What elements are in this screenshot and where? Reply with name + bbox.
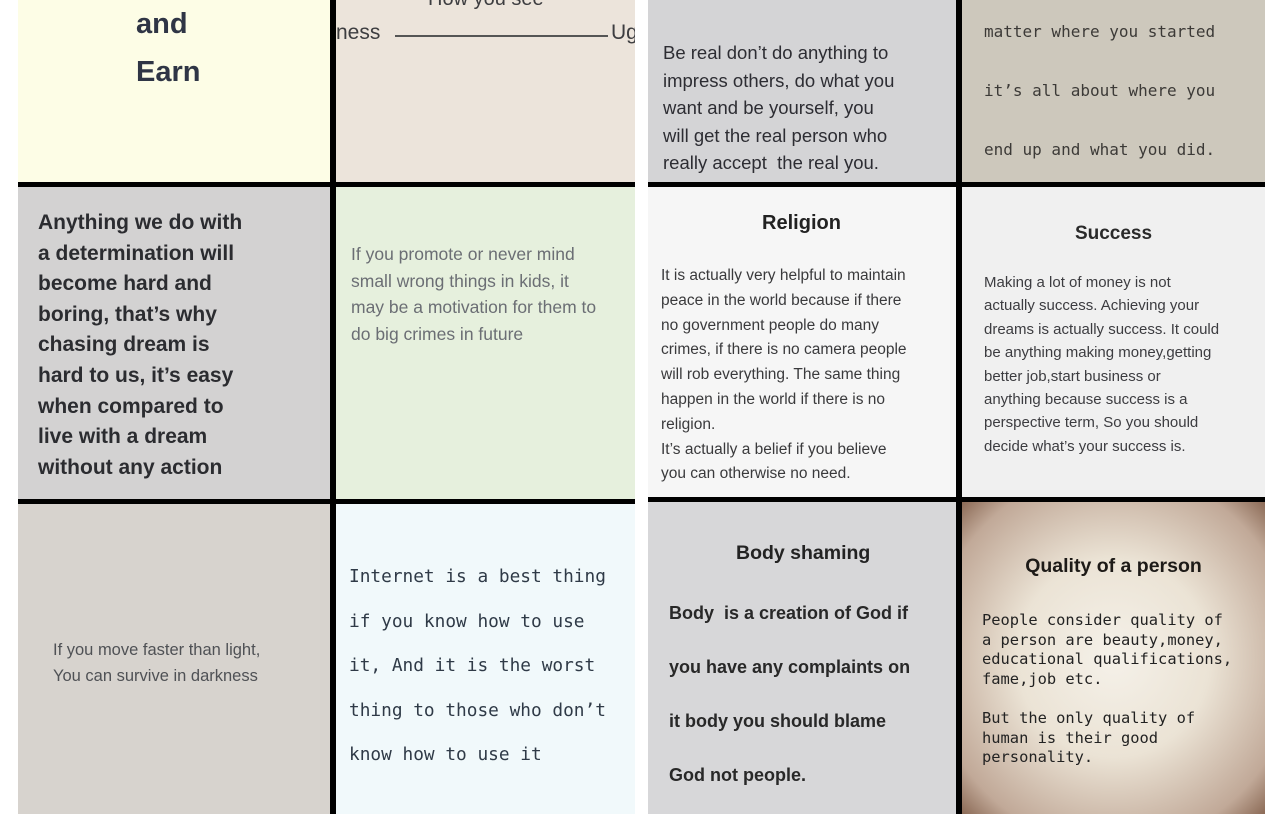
matter-text: matter where you started it’s all about …	[984, 22, 1216, 159]
body-shaming-title: Body shaming	[736, 542, 871, 564]
quote-card-be-real: Be real don’t do anything to impress oth…	[648, 0, 956, 182]
quote-card-internet: Internet is a best thing if you know how…	[336, 504, 635, 814]
quote-card-kids: If you promote or never mind small wrong…	[336, 187, 635, 499]
success-title: Success	[1074, 223, 1153, 244]
religion-title: Religion	[762, 212, 841, 234]
how-you-see-text: How you see	[428, 0, 544, 11]
scale-line	[395, 35, 608, 37]
quote-card-success: Success Making a lot of money is not act…	[962, 187, 1265, 497]
religion-body: It is actually very helpful to maintain …	[661, 267, 907, 483]
internet-text: Internet is a best thing if you know how…	[349, 566, 606, 765]
ug-label: Ug	[611, 21, 635, 44]
quote-card-religion: Religion It is actually very helpful to …	[648, 187, 956, 497]
quality-body: People consider quality of a person are …	[982, 611, 1233, 767]
success-body: Making a lot of money is not actually su…	[984, 274, 1220, 455]
left-collage-panel: and Earn How you see ness Ug Anything we…	[18, 0, 635, 814]
ness-label: ness	[336, 21, 381, 44]
determination-text: Anything we do with a determination will…	[38, 211, 243, 479]
right-collage-panel: Be real don’t do anything to impress oth…	[648, 0, 1265, 814]
quote-card-how-you-see: How you see ness Ug	[336, 0, 635, 182]
quote-card-determination: Anything we do with a determination will…	[18, 187, 330, 499]
quote-card-matter: matter where you started it’s all about …	[962, 0, 1265, 182]
and-earn-text: and Earn	[136, 8, 201, 88]
quote-card-light: If you move faster than light, You can s…	[18, 504, 330, 814]
quote-card-and-earn: and Earn	[18, 0, 330, 182]
quote-card-quality: Quality of a person People consider qual…	[962, 502, 1265, 814]
kids-text: If you promote or never mind small wrong…	[351, 244, 597, 345]
quality-title: Quality of a person	[1025, 555, 1202, 577]
be-real-text: Be real don’t do anything to impress oth…	[663, 42, 895, 173]
body-shaming-body: Body is a creation of God if you have an…	[669, 603, 911, 785]
quote-card-body-shaming: Body shaming Body is a creation of God i…	[648, 502, 956, 814]
light-text: If you move faster than light, You can s…	[53, 641, 261, 685]
